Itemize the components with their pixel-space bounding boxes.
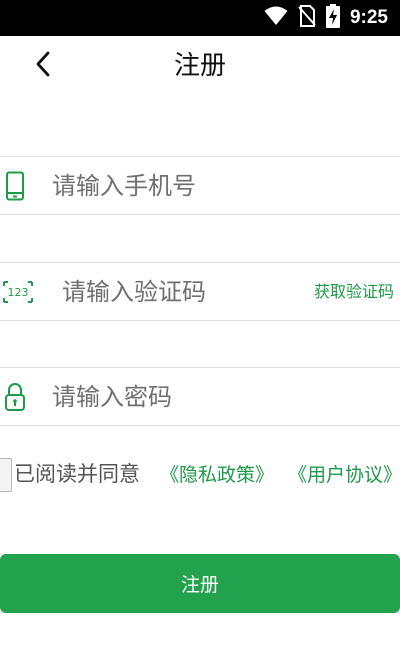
- status-bar: 9:25: [0, 0, 400, 36]
- verification-code-input[interactable]: [62, 271, 292, 313]
- phone-icon: [2, 169, 28, 203]
- register-button[interactable]: 注册: [0, 554, 400, 613]
- page-title: 注册: [173, 51, 226, 81]
- status-icons: 9:25: [264, 4, 388, 32]
- phone-input[interactable]: [52, 165, 372, 207]
- get-code-button[interactable]: 获取验证码: [314, 280, 394, 304]
- status-time: 9:25: [349, 7, 388, 28]
- wifi-icon: [264, 6, 288, 30]
- no-sim-icon: [298, 5, 316, 31]
- privacy-policy-link[interactable]: 《隐私政策》: [160, 461, 274, 489]
- battery-charging-icon: [325, 4, 340, 32]
- lock-icon: [2, 380, 28, 414]
- agreement-row: 已阅读并同意 《隐私政策》 《用户协议》: [0, 456, 400, 492]
- code-123-icon: 123: [2, 275, 34, 309]
- phone-field: [0, 156, 400, 215]
- password-field: [0, 367, 400, 426]
- code-field: 123 获取验证码: [0, 262, 400, 321]
- agreement-checkbox[interactable]: [0, 458, 12, 492]
- nav-bar: 注册: [0, 36, 400, 98]
- user-agreement-link[interactable]: 《用户协议》: [288, 461, 400, 489]
- svg-text:123: 123: [8, 286, 29, 299]
- agreement-text: 已阅读并同意: [14, 462, 140, 486]
- password-input[interactable]: [52, 376, 372, 418]
